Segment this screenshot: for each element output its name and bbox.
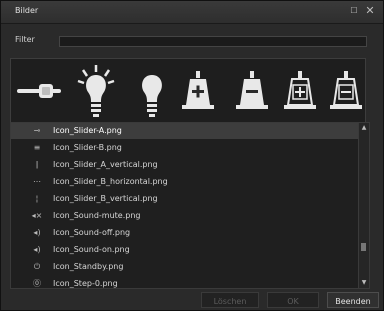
- filter-input[interactable]: [59, 36, 367, 47]
- list-item[interactable]: ◂) Icon_Sound-off.png: [11, 225, 361, 241]
- close-icon[interactable]: ✕: [363, 4, 377, 18]
- bulb-icon[interactable]: [129, 59, 175, 124]
- list-item[interactable]: ⓪ Icon_Step-0.png: [11, 276, 361, 288]
- slider-handle-icon[interactable]: [13, 59, 69, 124]
- file-name: Icon_Slider_B_vertical.png: [53, 194, 158, 203]
- file-name: Icon_Slider_B_horizontal.png: [53, 177, 168, 186]
- filter-label: Filter: [15, 35, 35, 44]
- step-0-icon: ⓪: [33, 279, 41, 288]
- file-name: Icon_Sound-mute.png: [53, 211, 141, 220]
- list-item[interactable]: ¦ Icon_Slider_B_vertical.png: [11, 191, 361, 207]
- sound-on-icon: ◂): [33, 245, 41, 254]
- slider-a-vertical-icon: ǀ: [35, 160, 39, 169]
- slider-a-icon: ⊸: [33, 126, 41, 135]
- list-item[interactable]: ⋯ Icon_Slider_B_horizontal.png: [11, 174, 361, 190]
- list-item[interactable]: ǀ Icon_Slider_A_vertical.png: [11, 157, 361, 173]
- file-name: Icon_Standby.png: [53, 262, 124, 271]
- ok-button[interactable]: OK: [267, 292, 319, 308]
- window-title: Bilder: [15, 6, 39, 15]
- list-scrollbar[interactable]: ▲ ▼: [358, 123, 369, 288]
- sound-off-icon: ◂): [33, 228, 41, 237]
- bell-minus-outline-icon[interactable]: [323, 59, 369, 124]
- list-item[interactable]: ⊸ Icon_Slider-A.png: [11, 123, 361, 139]
- standby-icon: ⏻: [33, 262, 41, 271]
- maximize-icon[interactable]: ☐: [347, 4, 361, 18]
- bilder-dialog: Bilder ☐ ✕ Filter ⊸ Icon_Slider-A.png ≡ …: [0, 0, 384, 311]
- bulb-glowing-icon[interactable]: [73, 59, 119, 124]
- filter-row: Filter: [1, 31, 383, 53]
- list-item[interactable]: ≡ Icon_Slider-B.png: [11, 140, 361, 156]
- file-name: Icon_Slider_A_vertical.png: [53, 160, 158, 169]
- list-item[interactable]: ◂) Icon_Sound-on.png: [11, 242, 361, 258]
- button-bar: Löschen OK Beenden: [1, 292, 383, 310]
- list-item[interactable]: ⏻ Icon_Standby.png: [11, 259, 361, 275]
- scroll-up-icon[interactable]: ▲: [359, 123, 369, 133]
- file-name: Icon_Sound-off.png: [53, 228, 131, 237]
- file-name: Icon_Step-0.png: [53, 279, 118, 288]
- file-name: Icon_Slider-B.png: [53, 143, 122, 152]
- title-bar[interactable]: Bilder ☐ ✕: [1, 1, 383, 24]
- icon-preview-bar: [10, 58, 366, 125]
- list-item[interactable]: ◂× Icon_Sound-mute.png: [11, 208, 361, 224]
- file-list[interactable]: ⊸ Icon_Slider-A.png ≡ Icon_Slider-B.png …: [10, 122, 370, 289]
- slider-b-horizontal-icon: ⋯: [33, 177, 41, 186]
- bell-minus-icon[interactable]: [229, 59, 275, 124]
- slider-b-icon: ≡: [33, 143, 41, 152]
- bell-plus-icon[interactable]: [175, 59, 221, 124]
- scroll-down-icon[interactable]: ▼: [359, 278, 369, 288]
- delete-button[interactable]: Löschen: [201, 292, 259, 308]
- scroll-thumb[interactable]: [361, 243, 366, 251]
- slider-b-vertical-icon: ¦: [35, 194, 39, 203]
- close-button[interactable]: Beenden: [327, 292, 379, 308]
- file-name: Icon_Sound-on.png: [53, 245, 130, 254]
- file-name: Icon_Slider-A.png: [53, 126, 122, 135]
- bell-plus-outline-icon[interactable]: [277, 59, 323, 124]
- sound-mute-icon: ◂×: [31, 211, 43, 220]
